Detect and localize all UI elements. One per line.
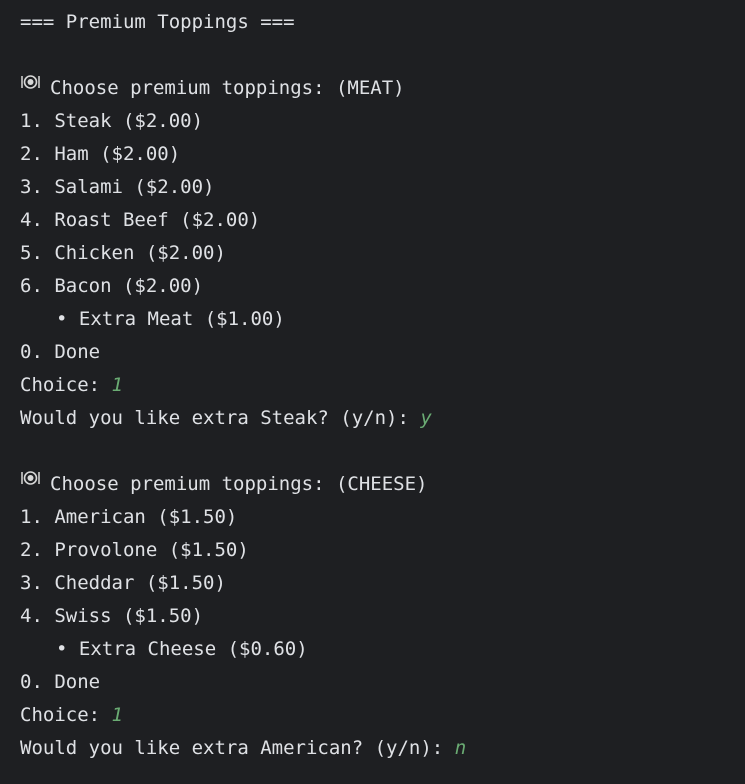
choice-prompt: Choice: [20, 704, 112, 726]
choice-input-value: 1 [111, 374, 123, 396]
extra-option-line: • Extra Meat ($1.00) [56, 308, 285, 330]
cheese-section: Choose premium toppings: (CHEESE) 1. Ame… [20, 468, 745, 765]
section-title: Choose premium toppings: (MEAT) [50, 77, 405, 99]
choice-prompt: Choice: [20, 374, 112, 396]
option-line: 4. Roast Beef ($2.00) [20, 209, 261, 231]
console-output: === Premium Toppings === Choose premium … [0, 0, 745, 784]
option-line: 5. Chicken ($2.00) [20, 242, 226, 264]
option-line: 1. Steak ($2.00) [20, 110, 204, 132]
extra-prompt: Would you like extra American? (y/n): [20, 737, 455, 759]
option-line: 6. Bacon ($2.00) [20, 275, 204, 297]
extra-input-value: n [454, 737, 467, 759]
option-line: 3. Salami ($2.00) [20, 176, 215, 198]
option-line: 2. Ham ($2.00) [20, 143, 181, 165]
extra-prompt: Would you like extra Steak? (y/n): [20, 407, 421, 429]
choice-line: Choice: 1 [20, 699, 745, 732]
section-title-line: Choose premium toppings: (MEAT) [20, 72, 745, 105]
done-option-line: 0. Done [20, 671, 101, 693]
choice-input-value: 1 [111, 704, 123, 726]
done-option-line: 0. Done [20, 341, 101, 363]
plate-cutlery-icon [20, 70, 40, 103]
plate-cutlery-icon [20, 466, 40, 499]
option-line: 1. American ($1.50) [20, 506, 238, 528]
extra-input-value: y [420, 407, 432, 429]
extra-option-line: • Extra Cheese ($0.60) [56, 638, 308, 660]
extra-prompt-line: Would you like extra Steak? (y/n): y [20, 402, 745, 435]
meat-section: Choose premium toppings: (MEAT) 1. Steak… [20, 72, 745, 435]
option-line: 4. Swiss ($1.50) [20, 605, 204, 627]
extra-prompt-line: Would you like extra American? (y/n): n [20, 732, 745, 765]
choice-line: Choice: 1 [20, 369, 745, 402]
console-header: === Premium Toppings === [20, 11, 295, 33]
section-title: Choose premium toppings: (CHEESE) [50, 473, 428, 495]
section-title-line: Choose premium toppings: (CHEESE) [20, 468, 745, 501]
option-line: 3. Cheddar ($1.50) [20, 572, 226, 594]
option-line: 2. Provolone ($1.50) [20, 539, 249, 561]
